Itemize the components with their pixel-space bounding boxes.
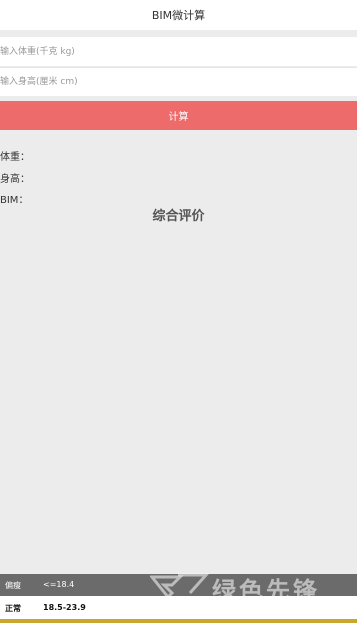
weight-result-label: 体重： [0, 152, 30, 163]
bmi-category-range: 18.5-23.9 [43, 603, 86, 612]
page-title: BIM微计算 [151, 9, 206, 22]
navbar: BIM微计算 [0, 0, 357, 30]
bmi-category-range: <=18.4 [43, 580, 75, 589]
calculate-button[interactable]: 计算 [0, 101, 357, 130]
watermark-logo-icon [148, 573, 210, 600]
watermark-text: 绿色先锋 [212, 577, 320, 605]
bmi-category-name: 偏瘦 [5, 581, 21, 590]
weight-input[interactable] [0, 37, 357, 66]
evaluation-title: 综合评价 [152, 209, 205, 224]
bmi-result-label: BIM： [0, 195, 29, 206]
bmi-category-name: 正常 [5, 604, 21, 613]
height-input[interactable] [0, 67, 357, 96]
bottom-strip [0, 619, 357, 623]
height-result-label: 身高： [0, 174, 30, 185]
watermark: 绿色先锋 [148, 571, 357, 605]
